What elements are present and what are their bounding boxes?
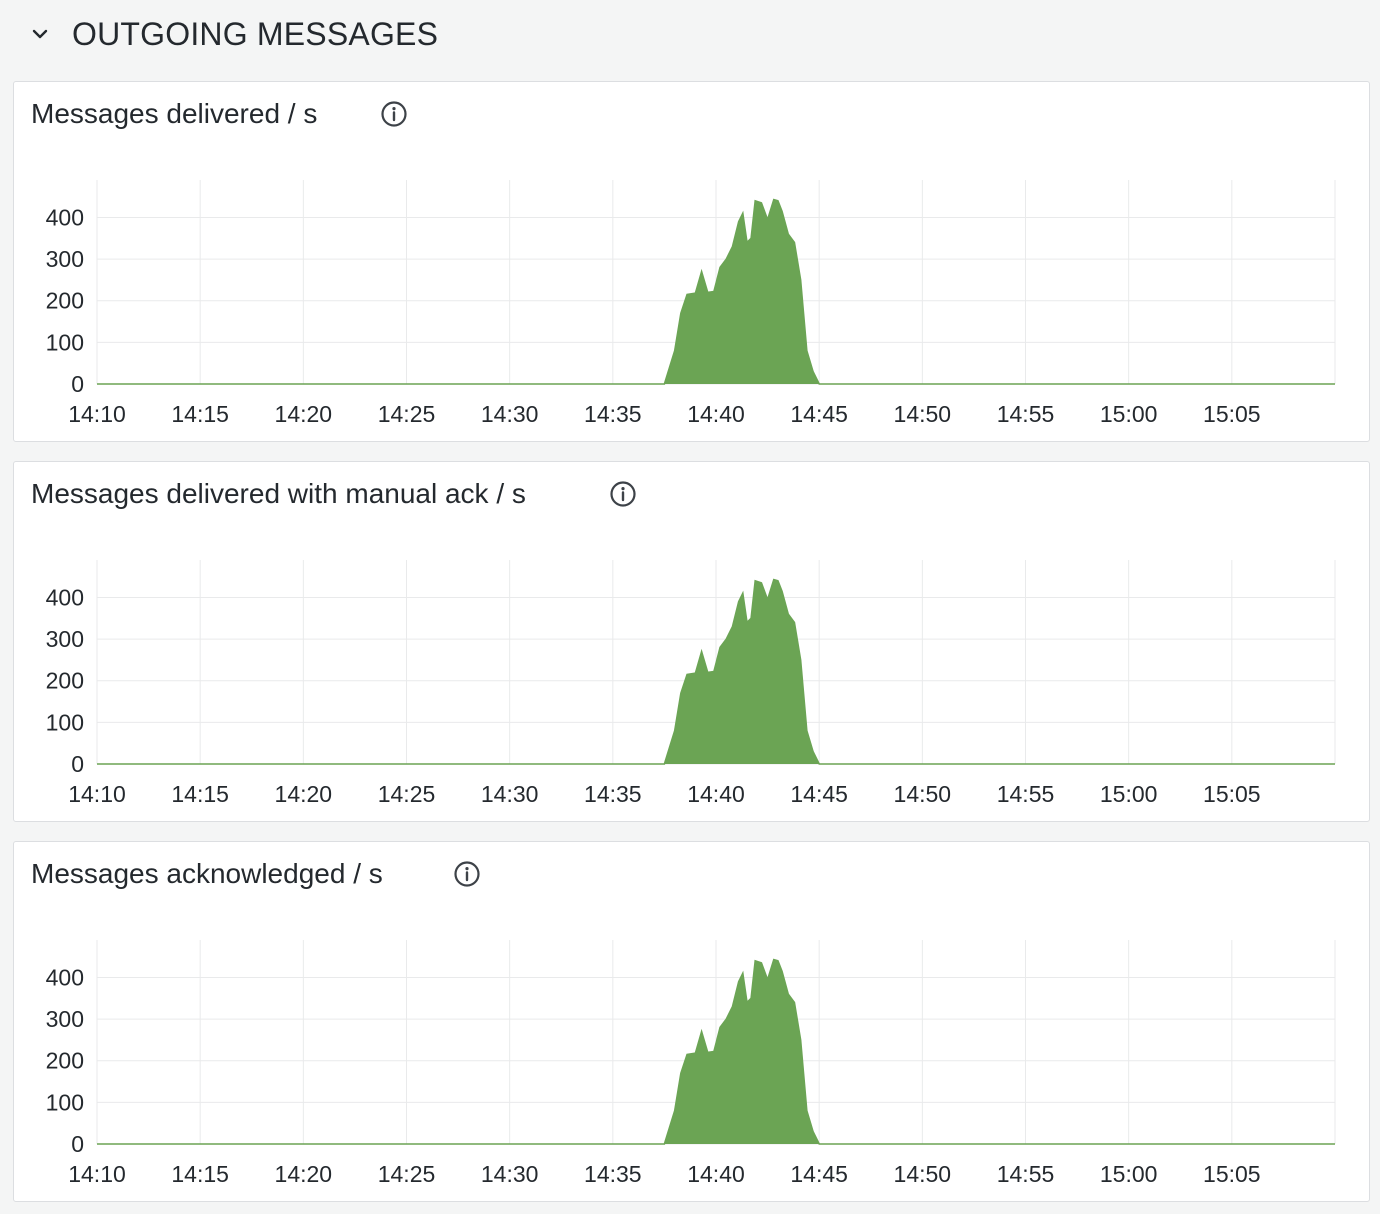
y-tick-label: 0 (71, 371, 84, 397)
x-tick-label: 14:20 (275, 781, 333, 807)
x-tick-label: 15:05 (1203, 1161, 1261, 1187)
x-tick-label: 14:20 (275, 1161, 333, 1187)
x-tick-label: 15:00 (1100, 401, 1158, 427)
x-tick-label: 14:25 (378, 401, 436, 427)
x-tick-label: 14:50 (894, 781, 952, 807)
x-tick-label: 15:00 (1100, 1161, 1158, 1187)
x-tick-label: 14:45 (790, 1161, 848, 1187)
x-tick-label: 14:15 (171, 401, 229, 427)
x-tick-label: 15:05 (1203, 401, 1261, 427)
row-title[interactable]: OUTGOING MESSAGES (72, 14, 438, 54)
y-tick-label: 100 (46, 709, 84, 735)
x-tick-label: 14:50 (894, 401, 952, 427)
x-tick-label: 14:15 (171, 1161, 229, 1187)
x-tick-label: 14:40 (687, 781, 745, 807)
x-tick-label: 14:45 (790, 781, 848, 807)
panel-messages-acknowledged: Messages acknowledged / s 14:10 14:15 14:2… (13, 841, 1370, 1202)
y-tick-label: 0 (71, 1131, 84, 1157)
y-tick-label: 300 (46, 246, 84, 272)
x-tick-label: 14:25 (378, 1161, 436, 1187)
y-tick-label: 100 (46, 329, 84, 355)
y-tick-label: 400 (46, 204, 84, 230)
x-tick-label: 14:55 (997, 781, 1055, 807)
chart-area[interactable]: 14:10 14:15 14:20 14:25 14:30 14:35 14:40 14:45… (14, 82, 1371, 443)
chart-area[interactable]: 14:10 14:15 14:20 14:25 14:30 14:35 14:40 14:45… (14, 462, 1371, 823)
y-tick-label: 200 (46, 1048, 84, 1074)
x-tick-label: 14:35 (584, 401, 642, 427)
x-tick-label: 14:50 (894, 1161, 952, 1187)
x-tick-label: 14:40 (687, 401, 745, 427)
y-tick-label: 200 (46, 288, 84, 314)
chart-area[interactable]: 14:10 14:15 14:20 14:25 14:30 14:35 14:40 14:45… (14, 842, 1371, 1203)
y-tick-label: 300 (46, 1006, 84, 1032)
x-tick-label: 14:55 (997, 1161, 1055, 1187)
x-tick-label: 14:55 (997, 401, 1055, 427)
panel-messages-delivered: Messages delivered / s 14:10 14:15 14:20 14… (13, 81, 1370, 442)
x-tick-label: 14:40 (687, 1161, 745, 1187)
x-tick-label: 14:10 (68, 1161, 126, 1187)
x-tick-label: 14:10 (68, 781, 126, 807)
x-tick-label: 14:15 (171, 781, 229, 807)
x-tick-label: 14:20 (275, 401, 333, 427)
y-tick-label: 400 (46, 584, 84, 610)
row-header: OUTGOING MESSAGES (0, 0, 1380, 70)
x-tick-label: 14:35 (584, 1161, 642, 1187)
x-tick-label: 15:05 (1203, 781, 1261, 807)
y-tick-label: 100 (46, 1089, 84, 1115)
x-tick-label: 14:25 (378, 781, 436, 807)
x-tick-label: 14:30 (481, 401, 539, 427)
x-tick-label: 14:45 (790, 401, 848, 427)
y-tick-label: 400 (46, 964, 84, 990)
panel-messages-delivered-manual-ack: Messages delivered with manual ack / s 1… (13, 461, 1370, 822)
chevron-down-icon[interactable] (28, 22, 52, 46)
x-tick-label: 14:10 (68, 401, 126, 427)
x-tick-label: 14:30 (481, 1161, 539, 1187)
x-tick-label: 14:35 (584, 781, 642, 807)
x-tick-label: 15:00 (1100, 781, 1158, 807)
y-tick-label: 0 (71, 751, 84, 777)
y-tick-label: 300 (46, 626, 84, 652)
y-tick-label: 200 (46, 668, 84, 694)
x-tick-label: 14:30 (481, 781, 539, 807)
